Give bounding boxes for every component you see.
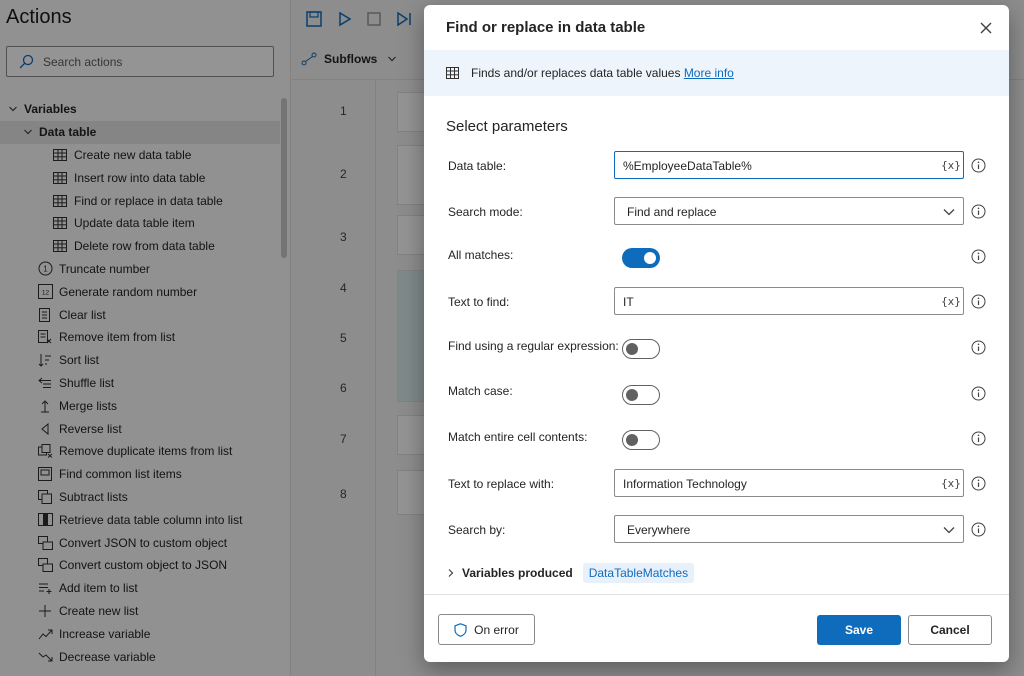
variables-produced-label: Variables produced: [462, 566, 573, 580]
description-label: Finds and/or replaces data table values: [471, 66, 681, 80]
footer-divider: [424, 594, 1009, 595]
info-icon[interactable]: [971, 204, 986, 219]
close-button[interactable]: [975, 17, 997, 39]
variable-picker-button[interactable]: {x}: [941, 156, 961, 174]
more-info-link[interactable]: More info: [684, 66, 734, 80]
search-by-value: Everywhere: [627, 523, 691, 537]
dialog-title: Find or replace in data table: [446, 19, 646, 36]
match-entire-label: Match entire cell contents:: [448, 430, 588, 444]
on-error-button[interactable]: On error: [438, 614, 535, 645]
search-mode-value: Find and replace: [627, 205, 717, 219]
description-bar: Finds and/or replaces data table values …: [424, 50, 1009, 96]
on-error-label: On error: [474, 622, 519, 637]
info-icon[interactable]: [971, 386, 986, 401]
info-icon[interactable]: [971, 431, 986, 446]
toggle-knob: [626, 343, 638, 355]
variable-picker-button[interactable]: {x}: [941, 474, 961, 492]
description-text: Finds and/or replaces data table values …: [471, 66, 734, 80]
search-mode-label: Search mode:: [448, 205, 523, 219]
search-by-dropdown[interactable]: Everywhere: [614, 515, 964, 543]
data-table-input[interactable]: [623, 157, 933, 174]
variable-picker-button[interactable]: {x}: [941, 292, 961, 310]
shield-icon: [454, 622, 467, 637]
info-icon[interactable]: [971, 249, 986, 264]
match-case-label: Match case:: [448, 384, 513, 398]
info-icon[interactable]: [971, 294, 986, 309]
replace-with-field[interactable]: {x}: [614, 469, 964, 497]
info-icon[interactable]: [971, 158, 986, 173]
chevron-right-icon: [448, 569, 454, 577]
close-icon: [980, 22, 992, 34]
all-matches-label: All matches:: [448, 248, 514, 262]
info-icon[interactable]: [971, 340, 986, 355]
text-to-find-input[interactable]: [623, 293, 933, 310]
save-button[interactable]: Save: [817, 615, 901, 645]
text-to-find-field[interactable]: {x}: [614, 287, 964, 315]
regex-toggle[interactable]: [622, 339, 660, 359]
info-icon[interactable]: [971, 476, 986, 491]
cancel-button[interactable]: Cancel: [908, 615, 992, 645]
all-matches-toggle[interactable]: [622, 248, 660, 268]
search-mode-dropdown[interactable]: Find and replace: [614, 197, 964, 225]
toggle-knob: [626, 389, 638, 401]
text-to-find-label: Text to find:: [448, 295, 510, 309]
data-table-label: Data table:: [448, 159, 507, 173]
toggle-knob: [626, 434, 638, 446]
data-table-field[interactable]: {x}: [614, 151, 964, 179]
chevron-down-icon: [943, 209, 955, 216]
section-title: Select parameters: [446, 118, 568, 135]
toggle-knob: [644, 252, 656, 264]
chevron-down-icon: [943, 527, 955, 534]
variable-chip[interactable]: DataTableMatches: [582, 563, 695, 583]
search-by-label: Search by:: [448, 523, 506, 537]
replace-with-input[interactable]: [623, 475, 933, 492]
replace-with-label: Text to replace with:: [448, 477, 555, 491]
table-icon: [446, 67, 459, 79]
find-replace-dialog: Find or replace in data table Finds and/…: [424, 5, 1009, 662]
match-entire-toggle[interactable]: [622, 430, 660, 450]
info-icon[interactable]: [971, 522, 986, 537]
variables-produced-expander[interactable]: Variables produced DataTableMatches: [446, 563, 695, 583]
match-case-toggle[interactable]: [622, 385, 660, 405]
regex-label: Find using a regular expression:: [448, 339, 619, 353]
